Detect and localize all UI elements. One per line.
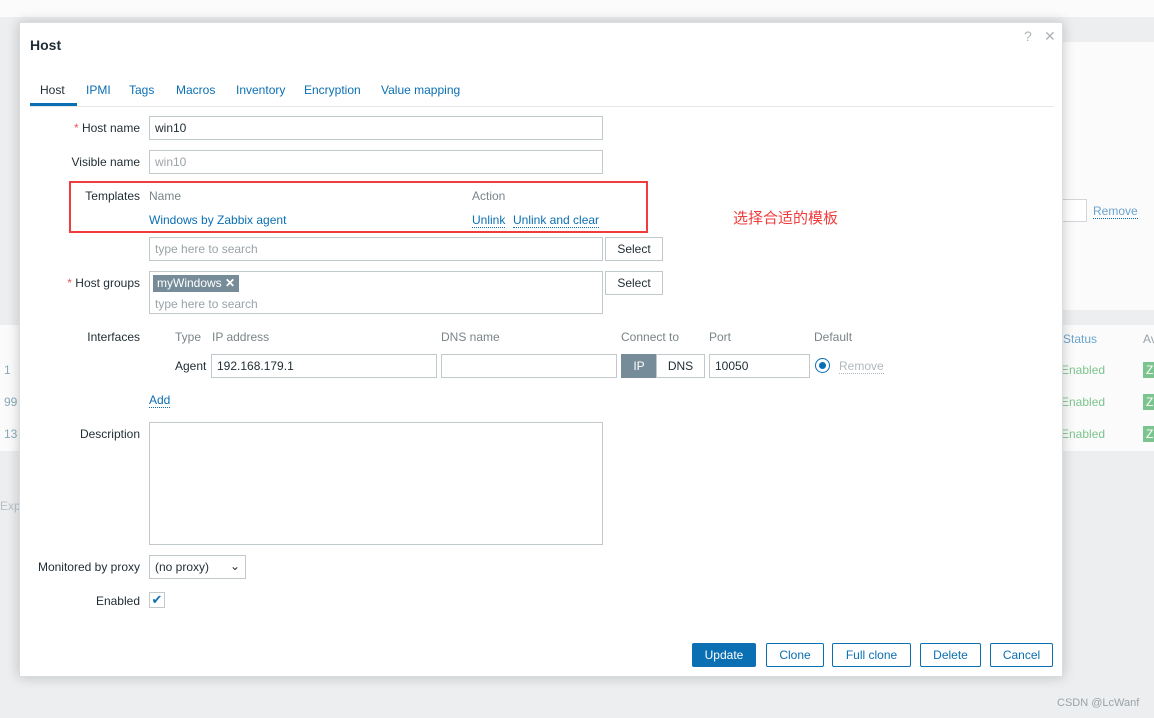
- update-button[interactable]: Update: [692, 643, 756, 667]
- row-status[interactable]: Enabled: [1061, 395, 1105, 409]
- dialog-title: Host: [30, 37, 62, 53]
- background-remove-link[interactable]: Remove: [1093, 204, 1138, 219]
- ip-address-input[interactable]: 192.168.179.1: [211, 354, 437, 378]
- tab-ipmi[interactable]: IPMI: [86, 83, 111, 97]
- col-connect: Connect to: [621, 330, 680, 344]
- full-clone-button[interactable]: Full clone: [832, 643, 911, 667]
- availability-badge: Z: [1143, 362, 1154, 378]
- av-header: Av: [1143, 332, 1154, 346]
- default-radio[interactable]: [815, 358, 830, 373]
- unlink-and-clear-button[interactable]: Unlink and clear: [513, 213, 600, 228]
- visible-name-label: Visible name: [71, 155, 140, 169]
- tab-tags[interactable]: Tags: [129, 83, 154, 97]
- tab-macros[interactable]: Macros: [176, 83, 215, 97]
- col-default: Default: [814, 330, 853, 344]
- templates-col-name: Name: [149, 189, 182, 203]
- chevron-down-icon: ⌄: [229, 559, 240, 573]
- host-group-tag: myWindows ✕: [153, 275, 240, 292]
- delete-button[interactable]: Delete: [920, 643, 981, 667]
- row-id: 99: [4, 395, 18, 409]
- clone-button[interactable]: Clone: [766, 643, 824, 667]
- col-ip: IP address: [212, 330, 270, 344]
- remove-interface-button[interactable]: Remove: [839, 359, 884, 374]
- tab-value-mapping[interactable]: Value mapping: [381, 83, 460, 97]
- description-textarea[interactable]: [149, 422, 603, 545]
- row-status[interactable]: Enabled: [1061, 427, 1105, 441]
- host-name-input[interactable]: win10: [149, 116, 603, 140]
- interface-type: Agent: [175, 359, 207, 373]
- tab-bar: Host IPMI Tags Macros Inventory Encrypti…: [30, 81, 1054, 107]
- host-name-label: * Host name: [73, 121, 140, 135]
- status-header[interactable]: Status: [1063, 332, 1097, 346]
- host-dialog: Host ? ✕ Host IPMI Tags Macros Inventory…: [19, 22, 1063, 677]
- background-panel: [1063, 268, 1154, 310]
- tab-encryption[interactable]: Encryption: [304, 83, 361, 97]
- interfaces-label: Interfaces: [87, 330, 140, 344]
- availability-badge: Z: [1143, 426, 1154, 442]
- enabled-label: Enabled: [95, 594, 140, 608]
- export-button[interactable]: Exp: [0, 499, 21, 513]
- col-dns: DNS name: [441, 330, 500, 344]
- help-icon[interactable]: ?: [1024, 28, 1032, 44]
- proxy-select[interactable]: (no proxy) ⌄: [149, 555, 246, 579]
- availability-badge: Z: [1143, 394, 1154, 410]
- templates-label: Templates: [85, 189, 140, 203]
- active-tab-indicator: [30, 103, 77, 106]
- add-interface-button[interactable]: Add: [149, 393, 171, 408]
- host-groups-label: * Host groups: [67, 276, 140, 290]
- templates-col-action: Action: [472, 189, 506, 203]
- remove-tag-icon[interactable]: ✕: [225, 276, 235, 290]
- tab-inventory[interactable]: Inventory: [236, 83, 285, 97]
- tab-host[interactable]: Host: [40, 83, 65, 97]
- proxy-label: Monitored by proxy: [37, 560, 140, 574]
- background-panel: [1063, 42, 1154, 268]
- background-input: [1063, 199, 1087, 222]
- host-groups-input[interactable]: myWindows ✕ type here to search: [149, 271, 603, 314]
- check-icon: ✔: [151, 592, 163, 607]
- close-icon[interactable]: ✕: [1044, 28, 1056, 45]
- row-status[interactable]: Enabled: [1061, 363, 1105, 377]
- description-label: Description: [79, 427, 140, 441]
- watermark: CSDN @LcWanf: [1057, 697, 1140, 709]
- row-id: 13: [4, 427, 18, 441]
- template-link[interactable]: Windows by Zabbix agent: [149, 213, 286, 227]
- cancel-button[interactable]: Cancel: [990, 643, 1053, 667]
- unlink-button[interactable]: Unlink: [472, 213, 506, 228]
- col-type: Type: [175, 330, 202, 344]
- annotation-text: 选择合适的模板: [733, 210, 839, 227]
- col-port: Port: [709, 330, 732, 344]
- port-input[interactable]: 10050: [709, 354, 810, 378]
- dns-name-input[interactable]: [441, 354, 617, 378]
- enabled-checkbox[interactable]: ✔: [149, 592, 165, 608]
- visible-name-input[interactable]: win10: [149, 150, 603, 174]
- host-groups-placeholder: type here to search: [155, 297, 258, 311]
- connect-dns-toggle[interactable]: DNS: [656, 354, 705, 378]
- host-groups-select-button[interactable]: Select: [605, 271, 663, 295]
- connect-ip-toggle[interactable]: IP: [621, 354, 657, 378]
- template-select-button[interactable]: Select: [605, 237, 663, 261]
- template-search-input[interactable]: type here to search: [149, 237, 603, 261]
- row-id: 1: [4, 363, 11, 377]
- page-topbar: [0, 0, 1154, 17]
